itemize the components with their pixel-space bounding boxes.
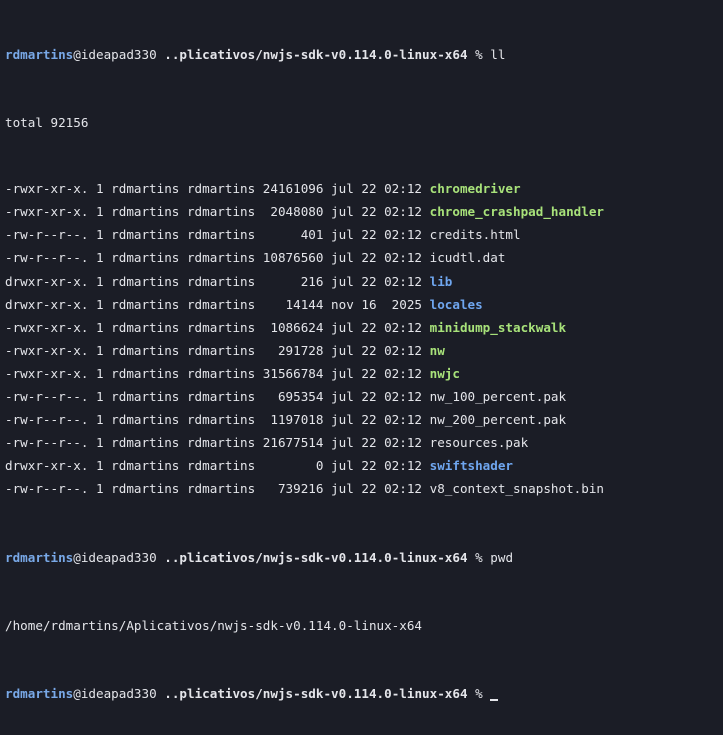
total-line: total 92156	[5, 115, 89, 131]
prompt-user: rdmartins	[5, 47, 74, 62]
listing-row: -rwxr-xr-x. 1 rdmartins rdmartins 204808…	[5, 200, 723, 223]
pwd-output: /home/rdmartins/Aplicativos/nwjs-sdk-v0.…	[5, 617, 423, 633]
entry-metadata: -rw-r--r--. 1 rdmartins rdmartins 216775…	[5, 435, 430, 451]
listing-row: -rw-r--r--. 1 rdmartins rdmartins 401 ju…	[5, 223, 723, 246]
prompt-user: rdmartins	[5, 685, 74, 701]
entry-metadata: -rw-r--r--. 1 rdmartins rdmartins 108765…	[5, 250, 430, 266]
prompt-symbol: %	[467, 549, 491, 565]
terminal-window[interactable]: rdmartins@ideapad330 ..plicativos/nwjs-s…	[0, 0, 723, 701]
listing-row: -rwxr-xr-x. 1 rdmartins rdmartins 108662…	[5, 316, 723, 339]
prompt-host: @ideapad330	[73, 549, 157, 565]
file-listing: -rwxr-xr-x. 1 rdmartins rdmartins 241610…	[5, 177, 723, 500]
prompt-line: rdmartins@ideapad330 ..plicativos/nwjs-s…	[5, 43, 723, 66]
entry-metadata: -rw-r--r--. 1 rdmartins rdmartins 401 ju…	[5, 227, 430, 243]
listing-row: -rwxr-xr-x. 1 rdmartins rdmartins 315667…	[5, 362, 723, 385]
prompt-symbol: %	[467, 47, 491, 62]
executable-name: nw	[429, 342, 445, 358]
prompt-line: rdmartins@ideapad330 ..plicativos/nwjs-s…	[5, 546, 723, 569]
entry-metadata: drwxr-xr-x. 1 rdmartins rdmartins 216 ju…	[5, 273, 430, 289]
file-name: nw_100_percent.pak	[429, 389, 567, 405]
executable-name: minidump_stackwalk	[429, 319, 567, 335]
prompt-path: ..plicativos/nwjs-sdk-v0.114.0-linux-x64	[156, 549, 468, 565]
prompt-user: rdmartins	[5, 549, 74, 565]
prompt-host: @ideapad330	[73, 47, 157, 62]
file-name: nw_200_percent.pak	[429, 412, 567, 428]
directory-name: locales	[429, 296, 483, 312]
file-name: credits.html	[429, 227, 521, 243]
entry-metadata: -rwxr-xr-x. 1 rdmartins rdmartins 241610…	[5, 181, 430, 197]
listing-row: -rw-r--r--. 1 rdmartins rdmartins 119701…	[5, 408, 723, 431]
text-cursor	[490, 698, 499, 701]
entry-metadata: -rw-r--r--. 1 rdmartins rdmartins 739216…	[5, 481, 430, 497]
file-name: v8_context_snapshot.bin	[429, 481, 604, 497]
listing-row: -rw-r--r--. 1 rdmartins rdmartins 108765…	[5, 246, 723, 269]
file-name: icudtl.dat	[429, 250, 506, 266]
prompt-path: ..plicativos/nwjs-sdk-v0.114.0-linux-x64	[156, 685, 468, 701]
entry-metadata: -rw-r--r--. 1 rdmartins rdmartins 695354…	[5, 389, 430, 405]
listing-row: -rw-r--r--. 1 rdmartins rdmartins 739216…	[5, 477, 723, 500]
prompt-command: pwd	[490, 549, 514, 565]
executable-name: chrome_crashpad_handler	[429, 204, 604, 220]
directory-name: swiftshader	[429, 458, 514, 474]
file-name: resources.pak	[429, 435, 529, 451]
prompt-host: @ideapad330	[73, 685, 157, 701]
entry-metadata: drwxr-xr-x. 1 rdmartins rdmartins 0 jul …	[5, 458, 430, 474]
prompt-path: ..plicativos/nwjs-sdk-v0.114.0-linux-x64	[156, 47, 468, 62]
prompt-command: ll	[490, 47, 506, 62]
listing-row: -rw-r--r--. 1 rdmartins rdmartins 695354…	[5, 385, 723, 408]
listing-row: drwxr-xr-x. 1 rdmartins rdmartins 14144 …	[5, 293, 723, 316]
prompt-symbol: %	[467, 685, 491, 701]
listing-row: drwxr-xr-x. 1 rdmartins rdmartins 216 ju…	[5, 270, 723, 293]
listing-row: drwxr-xr-x. 1 rdmartins rdmartins 0 jul …	[5, 454, 723, 477]
directory-name: lib	[429, 273, 453, 289]
entry-metadata: drwxr-xr-x. 1 rdmartins rdmartins 14144 …	[5, 296, 430, 312]
entry-metadata: -rwxr-xr-x. 1 rdmartins rdmartins 291728…	[5, 342, 430, 358]
prompt-line-active[interactable]: rdmartins@ideapad330 ..plicativos/nwjs-s…	[5, 682, 723, 705]
executable-name: chromedriver	[429, 181, 521, 197]
listing-row: -rwxr-xr-x. 1 rdmartins rdmartins 291728…	[5, 339, 723, 362]
listing-row: -rwxr-xr-x. 1 rdmartins rdmartins 241610…	[5, 177, 723, 200]
entry-metadata: -rwxr-xr-x. 1 rdmartins rdmartins 315667…	[5, 365, 430, 381]
executable-name: nwjc	[429, 365, 460, 381]
listing-row: -rw-r--r--. 1 rdmartins rdmartins 216775…	[5, 431, 723, 454]
entry-metadata: -rwxr-xr-x. 1 rdmartins rdmartins 204808…	[5, 204, 430, 220]
entry-metadata: -rw-r--r--. 1 rdmartins rdmartins 119701…	[5, 412, 430, 428]
entry-metadata: -rwxr-xr-x. 1 rdmartins rdmartins 108662…	[5, 319, 430, 335]
